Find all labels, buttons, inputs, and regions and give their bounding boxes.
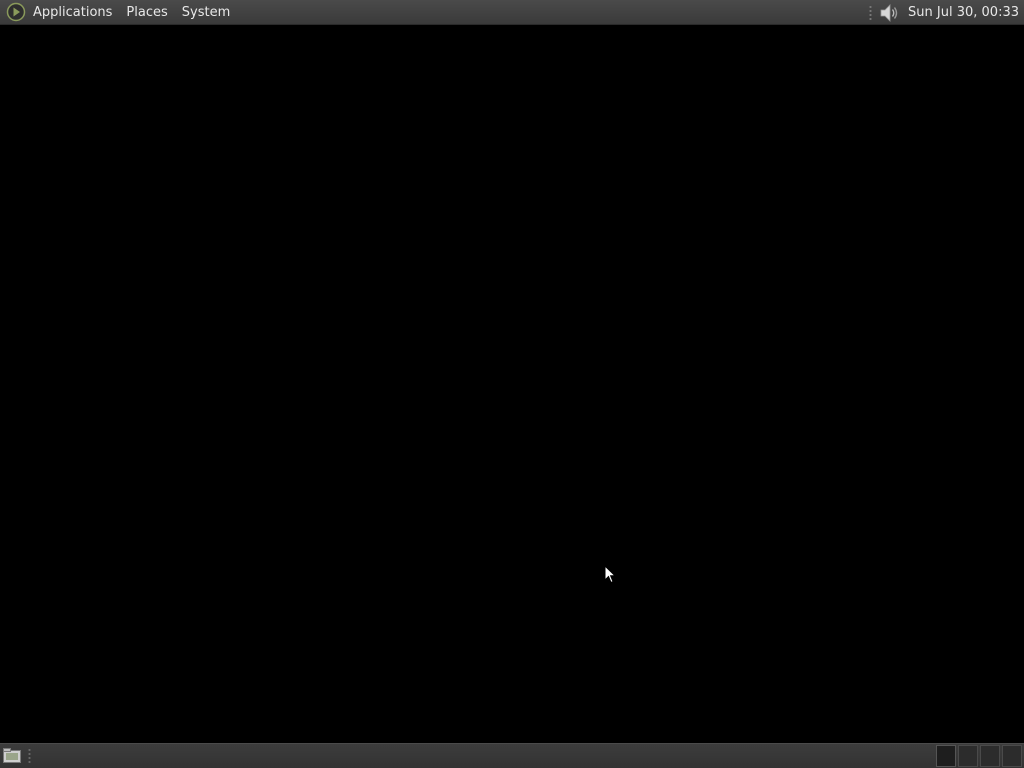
desktop[interactable] (0, 25, 1024, 743)
speaker-volume-icon[interactable] (878, 2, 900, 24)
screen: Applications Places System Sun Jul 30, 0… (0, 0, 1024, 768)
workspace-3[interactable] (980, 745, 1000, 767)
workspace-switcher (934, 745, 1022, 767)
applications-menu[interactable]: Applications (30, 0, 119, 25)
top-panel: Applications Places System Sun Jul 30, 0… (0, 0, 1024, 25)
clock[interactable]: Sun Jul 30, 00:33 (908, 0, 1024, 25)
mouse-cursor-icon (604, 564, 617, 584)
panel-drag-handle[interactable] (28, 748, 31, 764)
workspace-4[interactable] (1002, 745, 1022, 767)
bottom-panel (0, 743, 1024, 768)
workspace-1[interactable] (936, 745, 956, 767)
places-menu[interactable]: Places (119, 0, 174, 25)
show-desktop-icon[interactable] (2, 747, 22, 765)
main-menu-icon[interactable] (6, 2, 26, 22)
notification-area: Sun Jul 30, 00:33 (869, 0, 1024, 25)
system-menu[interactable]: System (175, 0, 237, 25)
panel-drag-handle[interactable] (869, 4, 873, 21)
workspace-2[interactable] (958, 745, 978, 767)
